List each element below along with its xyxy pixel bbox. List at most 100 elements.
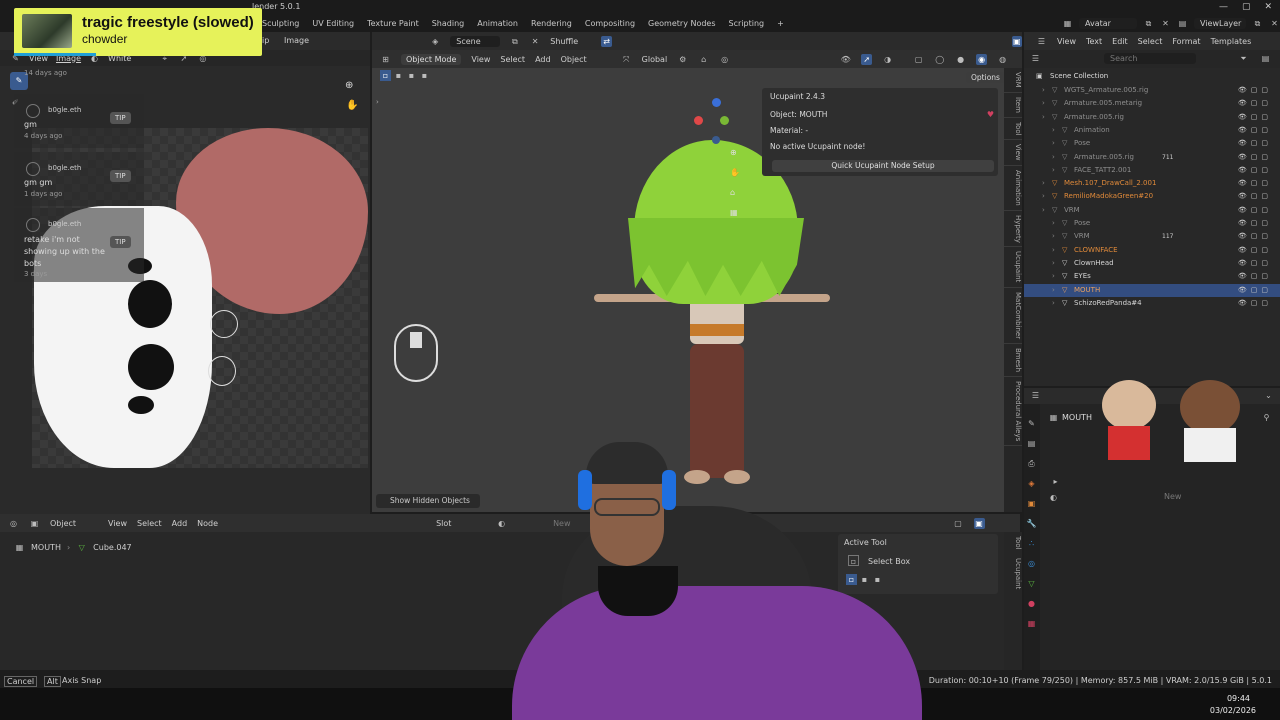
image-menu[interactable]: Image (284, 36, 309, 45)
expand-arrow-icon[interactable]: › (1042, 177, 1045, 190)
node-menu-select[interactable]: Select (137, 519, 162, 528)
expand-arrow-icon[interactable]: › (1052, 124, 1055, 137)
navigation-gizmo[interactable] (694, 98, 734, 144)
data-tab-icon[interactable]: ▽ (1026, 578, 1037, 589)
outliner-row[interactable]: › ▽ CLOWNFACE 👁▢▢ (1024, 244, 1280, 257)
snap-icon[interactable]: ⌂ (698, 54, 709, 65)
orientation-dropdown[interactable]: Global (642, 55, 668, 64)
select-subtract-icon[interactable]: ▪ (406, 70, 417, 81)
expand-arrow-icon[interactable]: › (1052, 297, 1055, 310)
visibility-toggle-icon[interactable]: 👁▢▢ (1238, 230, 1272, 243)
workspace-tab[interactable]: Geometry Nodes (648, 19, 715, 28)
outliner-row[interactable]: › ▽ Pose 👁▢▢ (1024, 217, 1280, 230)
text-editor-menu-item[interactable]: Templates (1211, 37, 1252, 46)
visibility-toggle-icon[interactable]: 👁▢▢ (1238, 204, 1272, 217)
expand-arrow-icon[interactable]: › (1052, 217, 1055, 230)
pin-icon[interactable]: ⚲ (1261, 412, 1272, 423)
visibility-toggle-icon[interactable]: 👁▢▢ (1238, 190, 1272, 203)
workspace-tab[interactable]: Sculpting (262, 19, 299, 28)
expand-arrow-icon[interactable]: › (1042, 111, 1045, 124)
wireframe-shading-icon[interactable]: ◯ (934, 54, 945, 65)
expand-arrow-icon[interactable]: › (1052, 137, 1055, 150)
sidebar-tab[interactable]: View (1004, 140, 1022, 166)
sidebar-tab[interactable]: Ucupaint (1004, 247, 1022, 288)
select-box-icon[interactable]: ▫ (380, 70, 391, 81)
render-tab-icon[interactable]: ▤ (1026, 438, 1037, 449)
visibility-toggle-icon[interactable]: 👁▢▢ (1238, 244, 1272, 257)
slot-dropdown[interactable]: Slot (436, 519, 486, 528)
outliner-row[interactable]: › ▽ Pose 👁▢▢ (1024, 137, 1280, 150)
quick-setup-button[interactable]: Quick Ucupaint Node Setup (772, 160, 994, 172)
overlay-icon[interactable]: ◑ (882, 54, 893, 65)
expand-arrow-icon[interactable]: › (1052, 151, 1055, 164)
node-menu-view[interactable]: View (108, 519, 127, 528)
outliner-row[interactable]: › ▽ Mesh.107_DrawCall_2.001 👁▢▢ (1024, 177, 1280, 190)
output-tab-icon[interactable]: ⎙ (1026, 458, 1037, 469)
copy-icon[interactable]: ⧉ (1252, 18, 1263, 29)
screen-icon[interactable]: ▣ (1011, 35, 1022, 47)
text-editor-menu-item[interactable]: Format (1172, 37, 1200, 46)
outliner-row[interactable]: › ▽ ClownHead 👁▢▢ (1024, 257, 1280, 270)
scene-name-field[interactable]: Avatar (1079, 17, 1137, 29)
ucupaint-title[interactable]: Ucupaint 2.4.3 (770, 92, 825, 101)
sidebar-tab[interactable]: Animation (1004, 166, 1022, 211)
visibility-toggle-icon[interactable]: 👁▢▢ (1238, 97, 1272, 110)
minimize-icon[interactable]: — (1219, 2, 1228, 12)
viewport-menu-add[interactable]: Add (535, 55, 551, 64)
outliner-row[interactable]: › ▽ VRM 👁▢▢ (1024, 204, 1280, 217)
shuffle-field[interactable]: Shuffle (550, 37, 591, 46)
workspace-tab[interactable]: Scripting (729, 19, 765, 28)
remove-icon[interactable]: ✕ (1269, 18, 1280, 29)
chevron-down-icon[interactable]: ⌄ (1263, 390, 1274, 401)
visibility-toggle-icon[interactable]: 👁▢▢ (1238, 270, 1272, 283)
sidebar-tab[interactable]: VRM (1004, 68, 1022, 93)
expand-arrow-icon[interactable]: › (1042, 97, 1045, 110)
visibility-toggle-icon[interactable]: 👁▢▢ (1238, 257, 1272, 270)
workspace-tab[interactable]: + (777, 19, 784, 28)
z-axis-icon[interactable] (712, 98, 721, 107)
expand-arrow-icon[interactable]: › (1042, 190, 1045, 203)
outliner-row[interactable]: › ▽ SchizoRedPanda#4 👁▢▢ (1024, 297, 1280, 310)
ucupaint-material[interactable]: Material: - (770, 126, 808, 135)
expand-arrow-icon[interactable]: › (1042, 84, 1045, 97)
ortho-toggle-icon[interactable]: ▦ (730, 208, 738, 217)
rendered-shading-icon[interactable]: ◍ (997, 54, 1008, 65)
viewport-zoom-icon[interactable]: ⊕ (730, 148, 737, 157)
text-editor-menu-item[interactable]: Select (1138, 37, 1163, 46)
particles-tab-icon[interactable]: ∴ (1026, 538, 1037, 549)
sidebar-tab[interactable]: Procedural Alleys (1004, 377, 1022, 447)
expand-arrow-icon[interactable]: › (1052, 244, 1055, 257)
material-shading-icon[interactable]: ◉ (976, 53, 988, 65)
outliner-row[interactable]: › ▽ Animation 👁▢▢ (1024, 124, 1280, 137)
zoom-icon[interactable]: ⊕ (345, 80, 353, 91)
proportional-icon[interactable]: ◎ (719, 54, 730, 65)
shuffle-toggle-icon[interactable]: ⇄ (601, 35, 612, 47)
modifier-tab-icon[interactable]: 🔧 (1026, 518, 1037, 529)
workspace-tab[interactable]: Compositing (585, 19, 635, 28)
outliner-row[interactable]: › ▽ MOUTH 👁▢▢ (1024, 283, 1280, 297)
sidebar-tab[interactable]: Bmesh (1004, 344, 1022, 377)
material-sphere-icon[interactable]: ◐ (1048, 492, 1059, 503)
visibility-toggle-icon[interactable]: 👁▢▢ (1238, 124, 1272, 137)
sidebar-tab[interactable]: Ucupaint (1004, 554, 1022, 593)
editor-type-icon[interactable]: ⊞ (380, 54, 391, 65)
x-axis-icon[interactable] (694, 116, 703, 125)
viewport-menu-select[interactable]: Select (500, 55, 525, 64)
select-invert-icon[interactable]: ▪ (419, 70, 430, 81)
ucupaint-object[interactable]: Object: MOUTH (770, 110, 827, 119)
outliner-row[interactable]: › ▽ Armature.005.rig 👁▢▢ (1024, 111, 1280, 124)
sidebar-tab[interactable]: Hyperty (1004, 211, 1022, 248)
new-material-button[interactable]: New (1164, 492, 1181, 501)
outliner-row[interactable]: › ▽ Armature.005.rig 711 👁▢▢ (1024, 151, 1280, 164)
mode-dropdown[interactable]: Object Mode (401, 53, 462, 65)
remove-icon[interactable]: ✕ (530, 36, 540, 47)
texture-tab-icon[interactable]: ▦ (1026, 618, 1037, 629)
filter-icon[interactable]: ⏷ (1238, 53, 1249, 64)
object-tab-icon[interactable]: ▣ (1026, 498, 1037, 509)
camera-view-icon[interactable]: ⌂ (730, 188, 735, 197)
outliner-type-icon[interactable]: ☰ (1030, 53, 1041, 64)
outliner-search-input[interactable]: Search (1104, 53, 1196, 64)
hand-icon[interactable]: ✋ (346, 100, 358, 111)
node-overlay-icon[interactable]: ▣ (973, 517, 985, 529)
visibility-toggle-icon[interactable]: 👁▢▢ (1238, 84, 1272, 97)
